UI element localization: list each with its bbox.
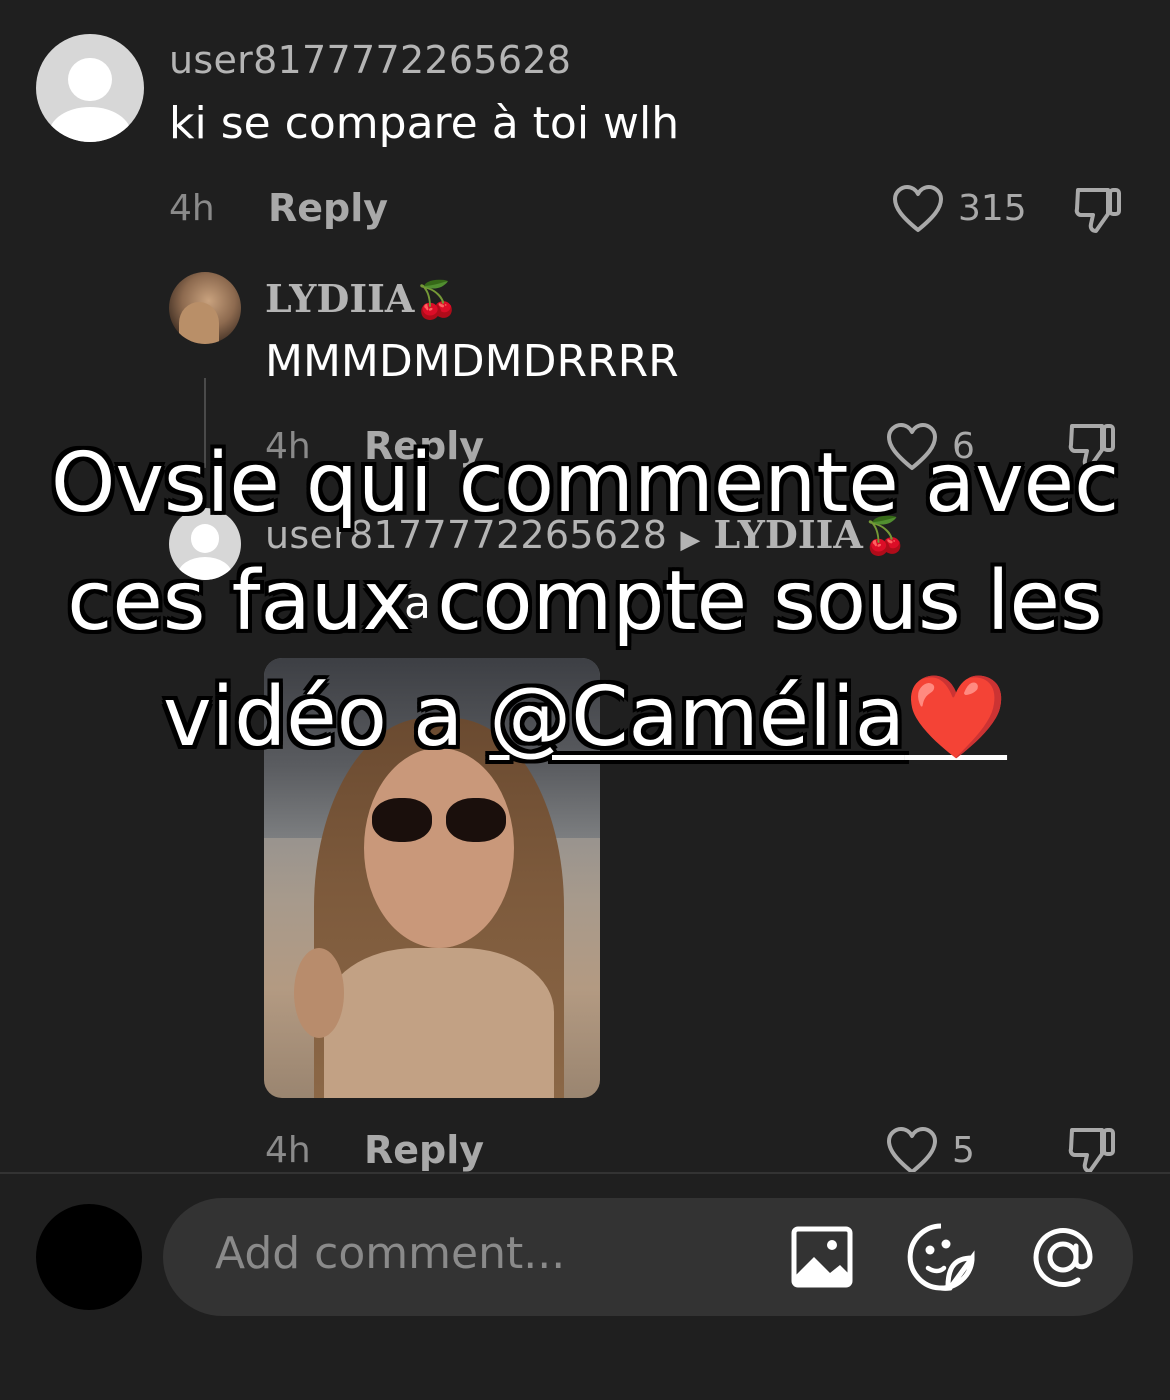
like-count: 5 bbox=[952, 1130, 975, 1171]
overlay-caption-line-2: ces faux compte sous les bbox=[67, 554, 1103, 649]
dislike-icon bbox=[1068, 1128, 1115, 1173]
comment-username[interactable]: LYDIIA bbox=[265, 276, 414, 321]
comment-text: ki se compare à toi wlh bbox=[169, 98, 680, 149]
overlay-caption-line-1: Ovsie qui commente avec bbox=[50, 436, 1120, 531]
avatar[interactable] bbox=[169, 272, 241, 344]
sticker-button[interactable] bbox=[906, 1222, 976, 1292]
mention-button[interactable] bbox=[1028, 1222, 1098, 1292]
dislike-button[interactable] bbox=[1072, 184, 1124, 236]
comment-username[interactable]: user8177772265628 bbox=[169, 38, 571, 82]
reply-username-row[interactable]: LYDIIA🍒 bbox=[265, 276, 459, 321]
comment-input-placeholder: Add comment... bbox=[215, 1228, 566, 1279]
avatar[interactable] bbox=[36, 34, 144, 142]
comment-text: MMMDMDMDRRRR bbox=[265, 336, 679, 387]
hand bbox=[294, 948, 344, 1038]
reply-button[interactable]: Reply bbox=[364, 1128, 484, 1172]
comment-time: 4h bbox=[169, 188, 215, 229]
my-avatar[interactable] bbox=[36, 1204, 142, 1310]
dislike-icon bbox=[1074, 188, 1121, 233]
like-button[interactable] bbox=[886, 1126, 938, 1176]
overlay-mention[interactable]: @Camélia❤️ bbox=[489, 670, 1007, 765]
cherry-emoji: 🍒 bbox=[414, 280, 460, 321]
heart-outline-icon bbox=[893, 185, 943, 232]
like-button[interactable] bbox=[892, 184, 944, 234]
reply-button[interactable]: Reply bbox=[268, 186, 388, 230]
image-icon bbox=[791, 1226, 853, 1288]
dislike-button[interactable] bbox=[1066, 1124, 1118, 1176]
image-button[interactable] bbox=[790, 1225, 854, 1289]
overlay-caption-line-3: vidéo a @Camélia❤️ bbox=[0, 670, 1170, 766]
sticker-icon bbox=[907, 1223, 975, 1291]
overlay-caption-text: vidéo a bbox=[162, 670, 490, 765]
sunglasses bbox=[372, 798, 432, 842]
default-avatar-icon bbox=[68, 57, 112, 101]
at-icon bbox=[1033, 1228, 1093, 1288]
heart-outline-icon bbox=[887, 1127, 937, 1174]
heart-emoji: ❤️ bbox=[904, 670, 1008, 765]
comment-time: 4h bbox=[265, 1130, 311, 1171]
like-count: 315 bbox=[958, 188, 1027, 229]
